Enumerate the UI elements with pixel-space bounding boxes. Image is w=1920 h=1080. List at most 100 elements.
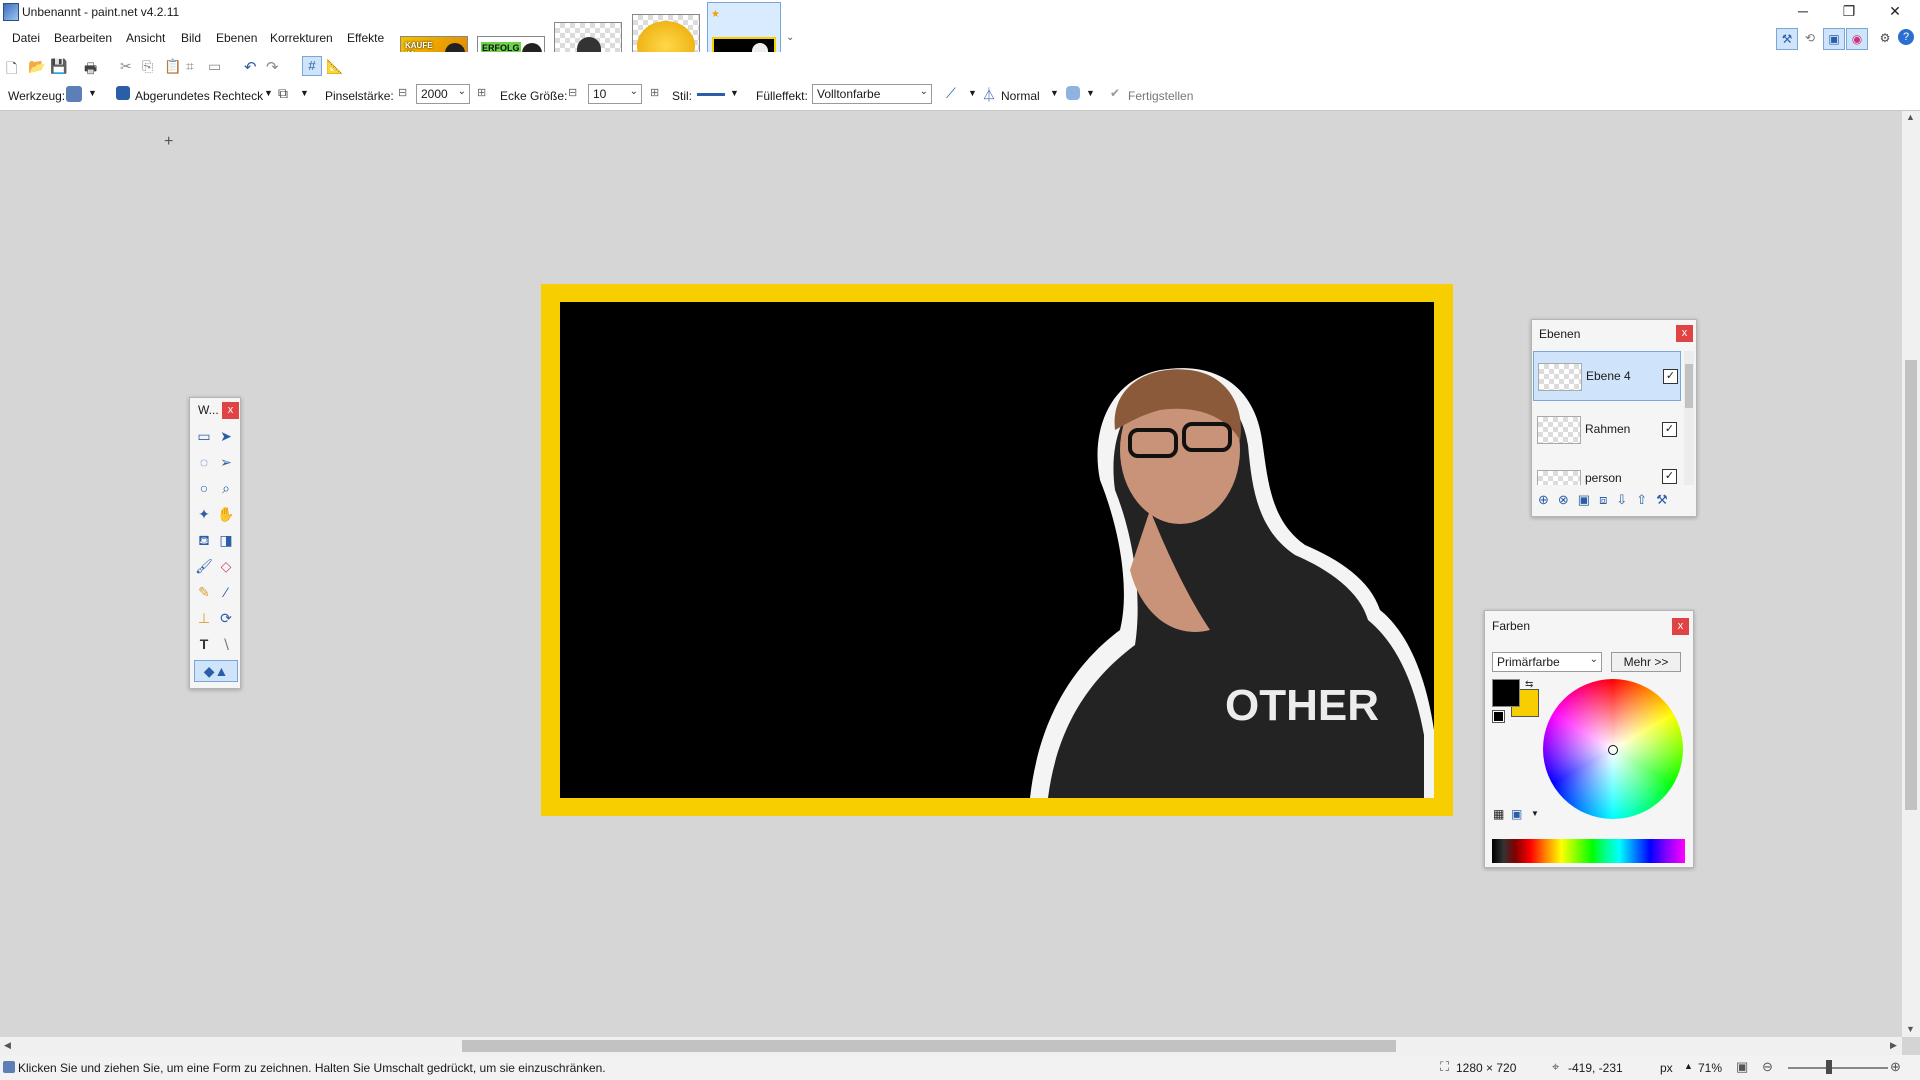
layer-row[interactable]: Ebene 4 ✓ [1533,351,1681,401]
zoom-in-icon[interactable]: ⊕ [1890,1059,1901,1075]
color-wheel-picker[interactable] [1608,745,1618,755]
corner-radius-input[interactable]: 10 ⌄ [588,84,642,104]
reset-colors-icon[interactable] [1492,710,1505,723]
shapes-tool-icon[interactable]: ◆▲ [194,660,238,682]
decrease-icon[interactable]: ⊟ [398,86,407,99]
cut-icon[interactable]: ✂ [120,58,136,74]
more-button[interactable]: Mehr >> [1611,652,1681,672]
line-style-icon[interactable] [697,93,725,96]
layer-actions-toolbar[interactable]: ⊕⊗▣⧈⇩⇧⚒ [1538,492,1677,508]
horizontal-scroll-thumb[interactable] [462,1040,1396,1052]
primary-color-swatch[interactable] [1492,679,1520,707]
chevron-down-icon[interactable]: ▼ [1050,88,1059,98]
decrease-icon[interactable]: ⊟ [568,86,577,99]
history-icon[interactable]: ⟲ [1800,28,1820,48]
menu-ansicht[interactable]: Ansicht [126,31,165,45]
paintbrush-icon[interactable]: 🖌 [194,556,214,576]
restore-button[interactable]: ❐ [1826,0,1872,24]
open-folder-icon[interactable]: 📂 [28,58,45,74]
redo-icon[interactable]: ↷ [266,58,282,76]
menu-datei[interactable]: Datei [12,31,40,45]
pencil-icon[interactable]: ✎ [194,582,214,602]
increase-icon[interactable]: ⊞ [477,86,486,99]
scroll-up-icon[interactable]: ▲ [1906,112,1915,122]
lasso-select-icon[interactable]: ◌ [194,452,214,472]
layer-row[interactable]: person ✓ [1533,459,1681,485]
eraser-icon[interactable]: ◇ [216,556,236,576]
chevron-down-icon[interactable]: ▼ [88,88,97,98]
antialiasing-icon[interactable]: ⟋ [946,85,956,102]
move-selection-icon[interactable]: ➢ [216,452,236,472]
deselect-icon[interactable]: ▭ [208,58,224,74]
new-file-icon[interactable]: 🗋 [6,58,22,76]
menu-korrekturen[interactable]: Korrekturen [270,31,333,45]
layers-panel-toggle-icon[interactable]: ▣ [1823,28,1845,50]
layer-visibility-checkbox[interactable]: ✓ [1663,369,1678,384]
scroll-down-icon[interactable]: ▼ [1906,1024,1915,1034]
vertical-scroll-thumb[interactable] [1905,360,1917,810]
zoom-out-icon[interactable]: ⊖ [1762,1059,1773,1075]
blend-mode-dropdown[interactable]: Normal [1001,89,1040,103]
palette-menu-icon[interactable]: ▦ [1493,807,1504,821]
selection-clip-icon[interactable] [1066,86,1080,100]
shapes-tool-icon[interactable] [66,86,82,102]
gear-icon[interactable]: ⚙ [1875,28,1895,48]
colors-close-button[interactable]: x [1672,618,1689,635]
rounded-rectangle-icon[interactable] [116,86,130,100]
grid-icon[interactable]: # [302,56,322,76]
tools-panel-toggle-icon[interactable]: ⚒ [1776,28,1798,50]
copy-icon[interactable]: ⎘ [142,58,158,74]
menu-bild[interactable]: Bild [181,31,201,45]
brush-width-input[interactable]: 2000 ⌄ [416,84,470,104]
colors-panel-toggle-icon[interactable]: ◉ [1846,28,1868,50]
text-tool-icon[interactable]: T [194,634,214,654]
paste-icon[interactable]: 📋 [164,58,181,74]
chevron-down-icon[interactable]: ▼ [730,88,739,98]
layer-visibility-checkbox[interactable]: ✓ [1662,469,1677,484]
help-icon[interactable]: ? [1898,29,1914,45]
line-curve-icon[interactable]: ∖ [216,634,236,654]
layers-scroll-thumb[interactable] [1685,364,1693,408]
clone-stamp-icon[interactable]: ⊥ [194,608,214,628]
tools-close-button[interactable]: x [222,402,239,419]
layer-row[interactable]: Rahmen ✓ [1533,405,1681,455]
ruler-icon[interactable]: 📐 [326,58,343,74]
undo-icon[interactable]: ↶ [244,58,260,76]
gradient-icon[interactable]: ◨ [216,530,236,550]
menu-ebenen[interactable]: Ebenen [216,31,257,45]
fill-mode-dropdown[interactable]: Volltonfarbe ⌄ [812,84,932,104]
zoom-icon[interactable]: ⌕ [216,478,236,498]
shape-type-dropdown[interactable]: Abgerundetes Rechteck [135,89,263,103]
recolor-icon[interactable]: ⟳ [216,608,236,628]
paint-bucket-icon[interactable]: ⛾ [194,530,214,550]
scroll-left-icon[interactable]: ◀ [4,1040,11,1051]
zoom-slider-handle[interactable] [1826,1060,1832,1074]
color-mode-dropdown[interactable]: Primärfarbe ⌄ [1492,652,1602,672]
zoom-level[interactable]: 71% [1698,1061,1722,1075]
layer-visibility-checkbox[interactable]: ✓ [1662,422,1677,437]
close-button[interactable]: ✕ [1872,0,1918,24]
move-selected-icon[interactable]: ➤ [216,426,236,446]
minimize-button[interactable]: ─ [1780,0,1826,24]
chevron-down-icon[interactable]: ▼ [300,88,309,98]
pan-hand-icon[interactable]: ✋ [216,504,236,524]
swap-colors-icon[interactable]: ⇆ [1525,679,1533,690]
rectangle-select-icon[interactable]: ▭ [194,426,214,446]
save-icon[interactable]: 💾 [50,58,67,74]
layers-close-button[interactable]: x [1676,325,1693,342]
chevron-down-icon[interactable]: ▼ [1531,809,1539,818]
color-picker-icon[interactable]: ⁄ [216,582,236,602]
blend-mode-icon[interactable]: ⏃ [982,85,996,105]
chevron-up-icon[interactable]: ▲ [1684,1061,1693,1071]
menu-bearbeiten[interactable]: Bearbeiten [54,31,112,45]
shape-draw-mode-icon[interactable]: ⧉ [278,85,288,102]
color-palette[interactable] [1492,839,1685,863]
chevron-down-icon[interactable]: ⌄ [786,32,794,43]
chevron-down-icon[interactable]: ▼ [1086,88,1095,98]
crop-icon[interactable]: ⌗ [186,58,202,74]
palette-options-icon[interactable]: ▣ [1511,807,1522,821]
magic-wand-icon[interactable]: ✦ [194,504,214,524]
menu-effekte[interactable]: Effekte [347,31,384,45]
scroll-right-icon[interactable]: ▶ [1890,1040,1897,1051]
unit-selector[interactable]: px [1660,1061,1673,1075]
